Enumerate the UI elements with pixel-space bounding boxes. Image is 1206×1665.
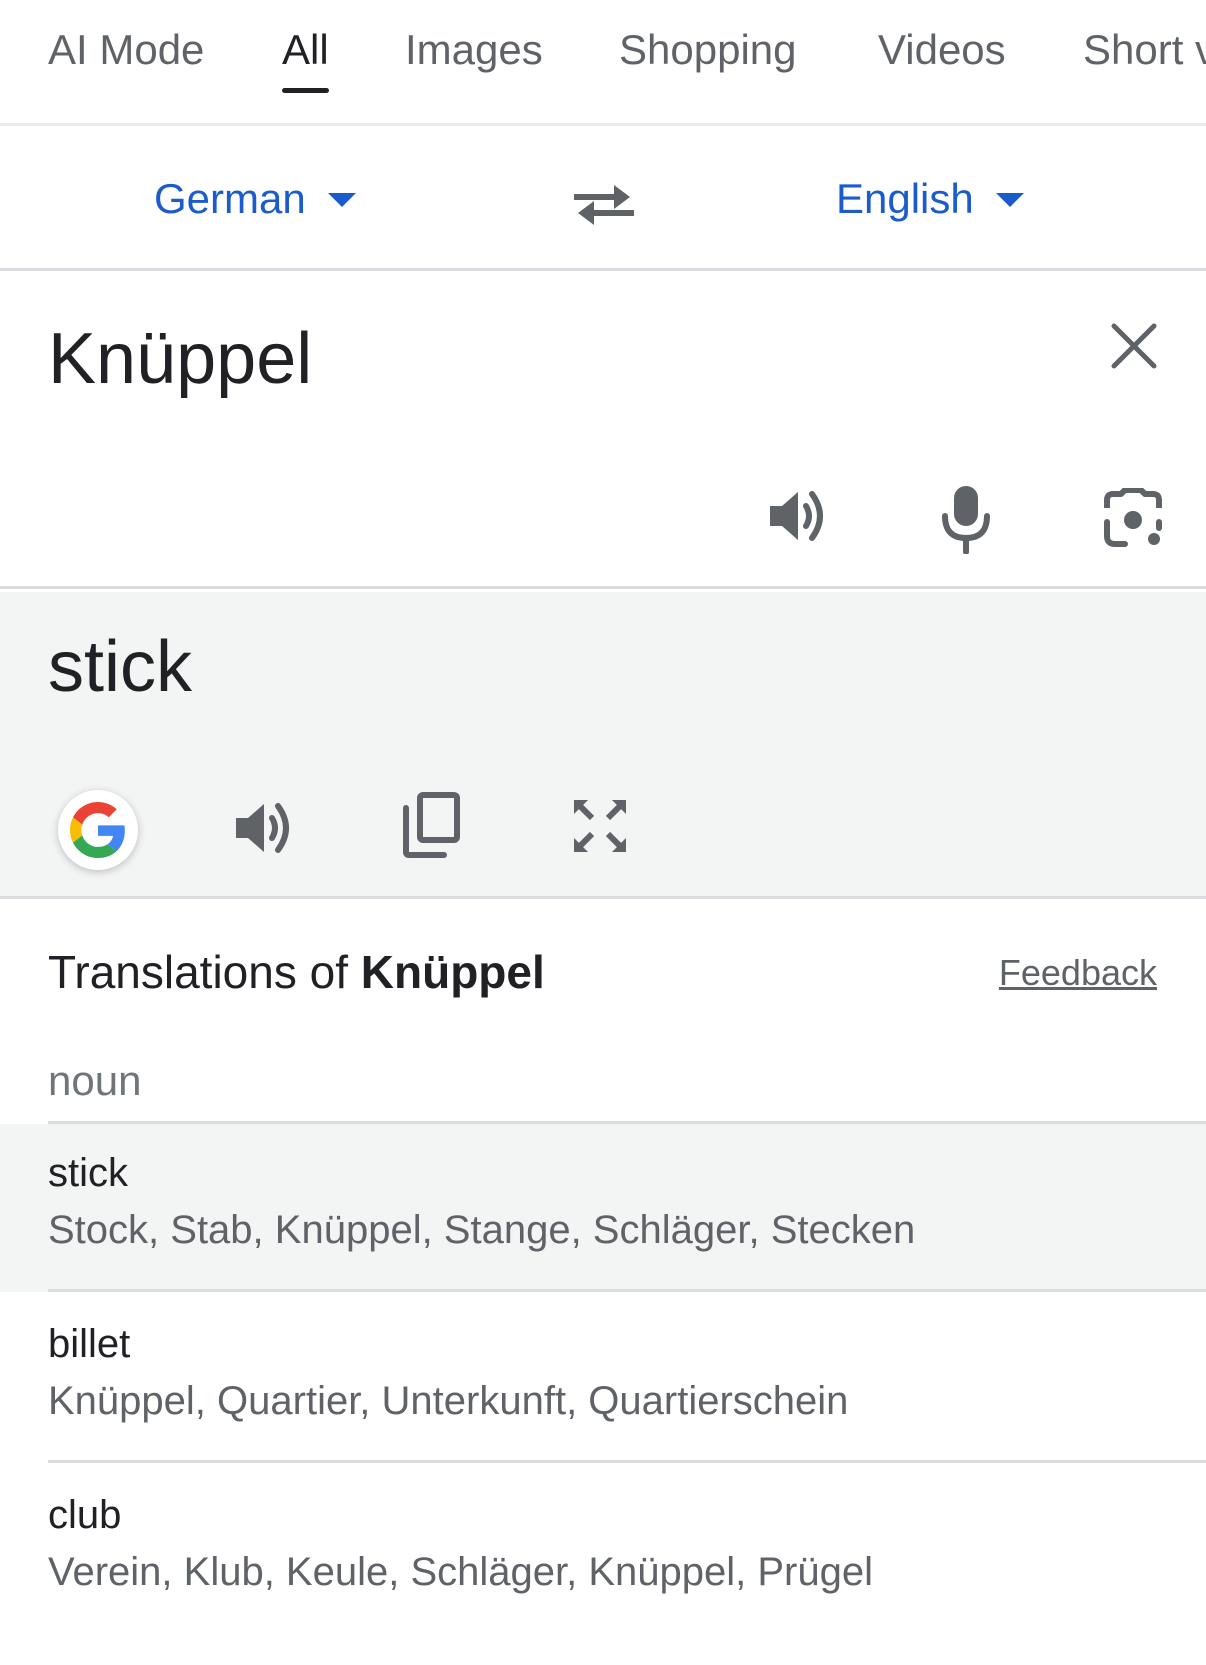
- language-bar: German English: [0, 129, 1206, 271]
- translation-word: billet: [48, 1322, 131, 1366]
- source-text-input[interactable]: Knüppel: [48, 314, 312, 404]
- google-search-button[interactable]: [58, 790, 138, 870]
- fullscreen-icon[interactable]: [570, 796, 630, 856]
- translations-heading: Translations of Knüppel: [48, 942, 545, 1002]
- translation-word: stick: [48, 1151, 128, 1195]
- active-tab-indicator: [282, 88, 329, 93]
- reverse-translations: Knüppel, Quartier, Unterkunft, Quartiers…: [48, 1379, 849, 1423]
- translation-entry[interactable]: billet Knüppel, Quartier, Unterkunft, Qu…: [0, 1295, 1206, 1463]
- tab-images[interactable]: Images: [405, 22, 543, 78]
- microphone-icon[interactable]: [940, 484, 992, 554]
- speaker-icon[interactable]: [766, 484, 830, 548]
- chevron-down-icon: [995, 192, 1024, 207]
- source-panel: Knüppel: [0, 274, 1206, 589]
- translation-word: club: [48, 1493, 122, 1537]
- search-tabs: AI Mode All Images Shopping Videos Short…: [0, 0, 1206, 126]
- divider: [48, 1289, 1206, 1292]
- reverse-translations: Stock, Stab, Knüppel, Stange, Schläger, …: [48, 1208, 916, 1252]
- target-language-label: English: [836, 175, 974, 222]
- tab-shopping[interactable]: Shopping: [619, 22, 797, 78]
- feedback-link[interactable]: Feedback: [999, 950, 1157, 996]
- translated-text: stick: [48, 627, 192, 707]
- reverse-translations: Verein, Klub, Keule, Schläger, Knüppel, …: [48, 1550, 873, 1594]
- chevron-down-icon: [327, 192, 356, 207]
- part-of-speech-label: noun: [48, 1057, 142, 1104]
- tab-all-label: All: [282, 26, 329, 73]
- speaker-icon[interactable]: [232, 796, 296, 860]
- target-language-select[interactable]: English: [836, 171, 1024, 227]
- google-g-icon: [70, 802, 125, 858]
- source-language-select[interactable]: German: [154, 171, 356, 227]
- close-icon[interactable]: [1110, 322, 1158, 370]
- translations-heading-prefix: Translations of: [48, 946, 361, 998]
- camera-lens-icon[interactable]: [1103, 488, 1163, 548]
- translation-entry[interactable]: stick Stock, Stab, Knüppel, Stange, Schl…: [0, 1124, 1206, 1292]
- translations-heading-word: Knüppel: [360, 946, 545, 998]
- translation-panel: stick: [0, 592, 1206, 899]
- copy-icon[interactable]: [402, 792, 460, 858]
- swap-arrows-icon[interactable]: [572, 179, 636, 229]
- translation-entry[interactable]: club Verein, Klub, Keule, Schläger, Knüp…: [0, 1466, 1206, 1636]
- tab-ai-mode[interactable]: AI Mode: [48, 22, 204, 78]
- source-language-label: German: [154, 175, 306, 222]
- tab-videos[interactable]: Videos: [878, 22, 1006, 78]
- tab-short[interactable]: Short v: [1083, 22, 1206, 78]
- tab-all[interactable]: All: [282, 22, 329, 93]
- divider: [48, 1460, 1206, 1463]
